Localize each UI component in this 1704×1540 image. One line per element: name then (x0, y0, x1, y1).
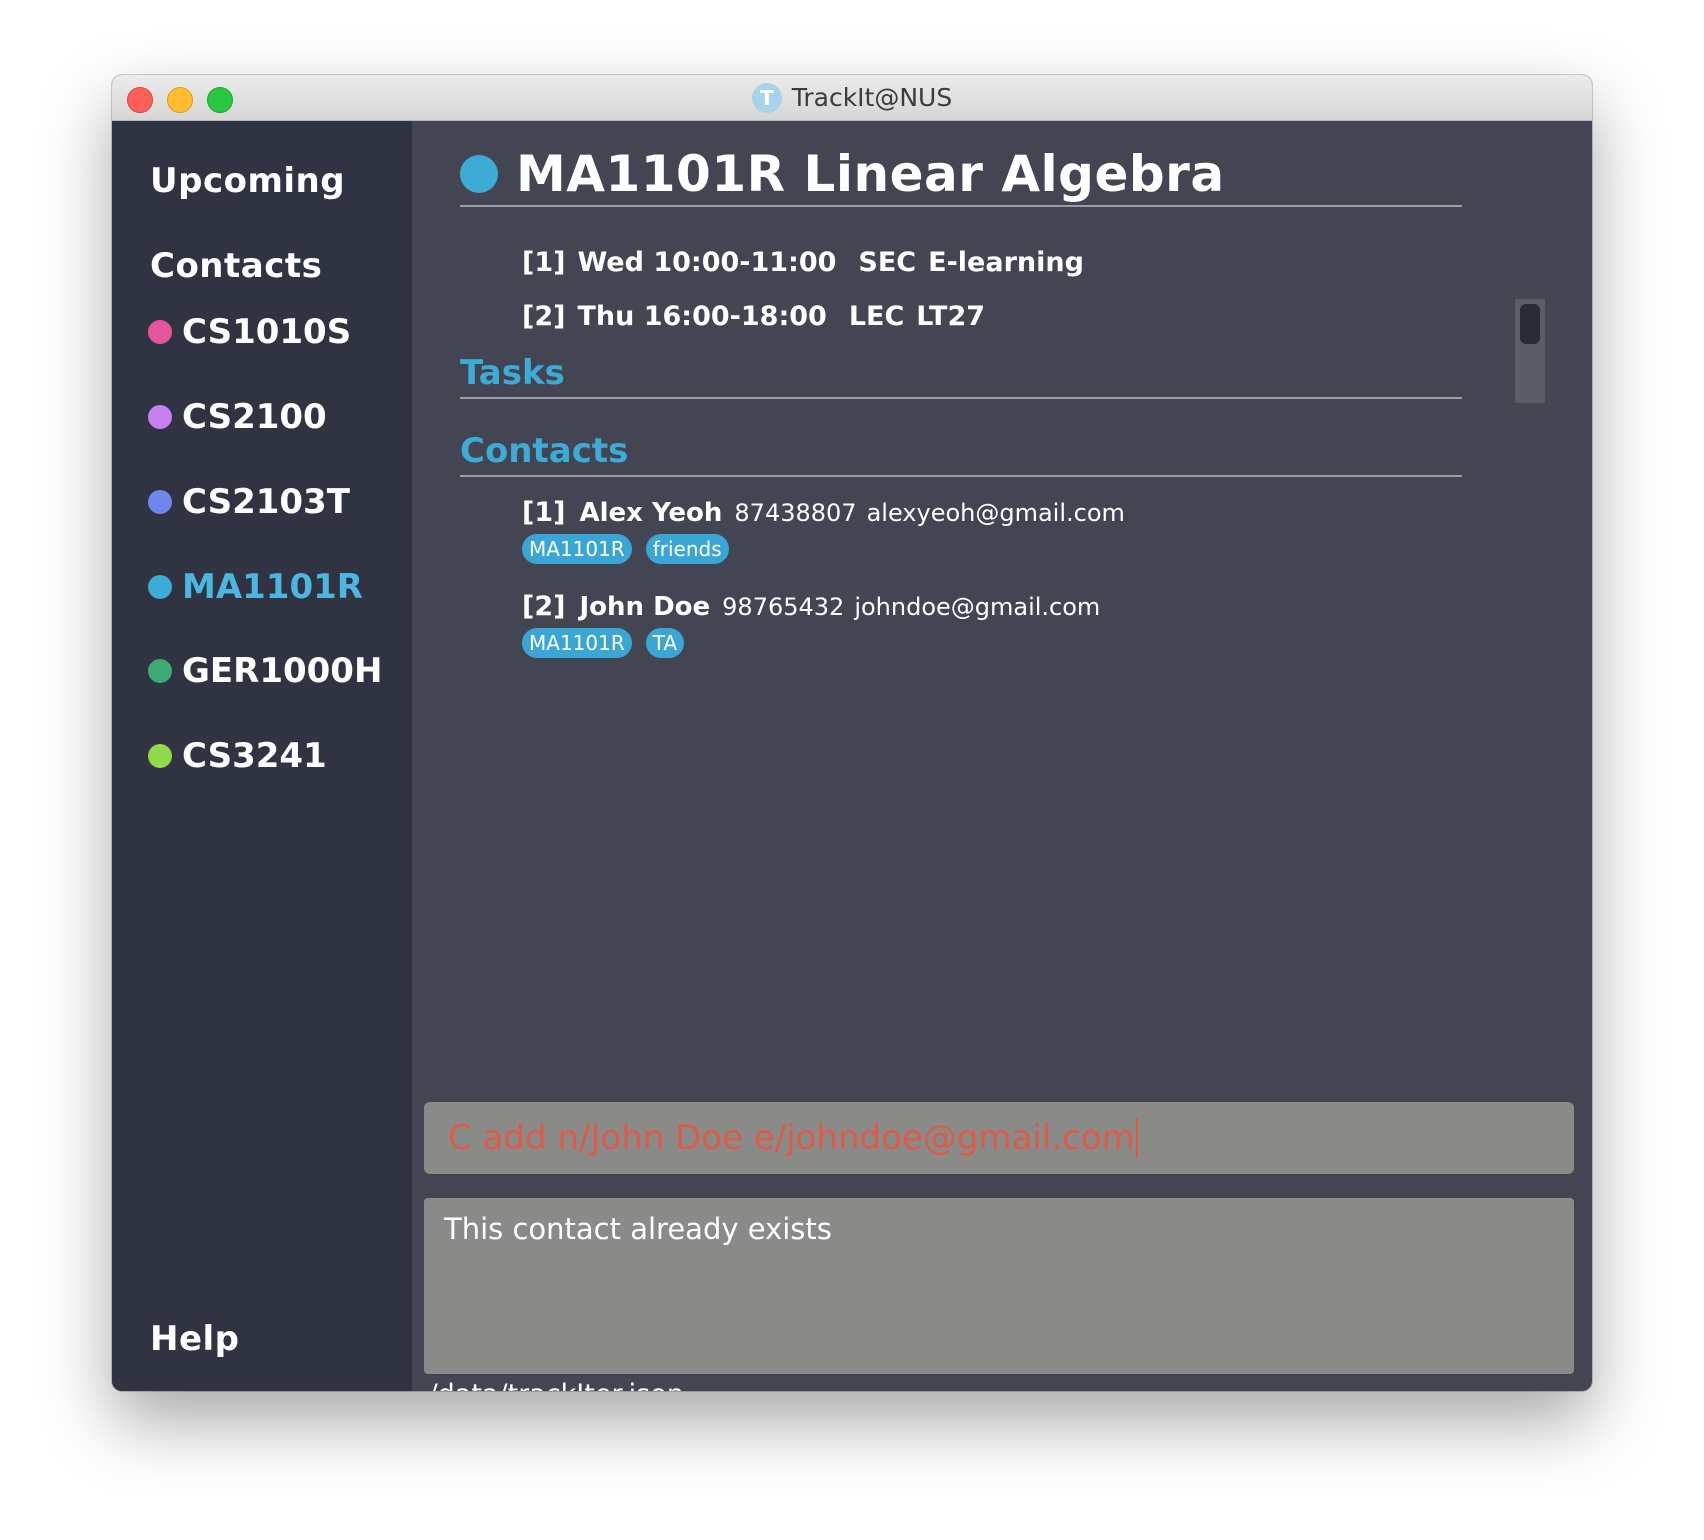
contact-tags: MA1101R TA (522, 628, 1100, 658)
module-color-dot-icon (148, 490, 172, 514)
module-color-dot-icon (148, 405, 172, 429)
tag-badge: TA (645, 628, 685, 658)
contact-item[interactable]: [2] John Doe 98765432 johndoe@gmail.com MA1… (522, 591, 1100, 658)
sidebar-module-cs2100[interactable]: CS2100 (148, 397, 327, 437)
command-input[interactable]: C add n/John Doe e/johndoe@gmail.com (424, 1102, 1574, 1174)
module-label: CS2103T (182, 482, 350, 522)
module-color-dot-icon (148, 575, 172, 599)
tasks-section-title: Tasks (460, 353, 1462, 399)
module-label: CS3241 (182, 736, 327, 776)
app-logo-icon: T (751, 82, 782, 113)
module-label: CS2100 (182, 397, 327, 437)
sidebar-module-cs1010s[interactable]: CS1010S (148, 312, 351, 352)
status-bar-file-path: ./data/trackIter.json (420, 1379, 684, 1391)
module-color-dot-icon (148, 659, 172, 683)
tag-badge: friends (645, 534, 729, 564)
module-color-dot-icon (460, 155, 498, 193)
sidebar-module-ma1101r[interactable]: MA1101R (148, 567, 363, 607)
title-bar: T TrackIt@NUS (112, 75, 1592, 121)
lesson-venue: LT27 (916, 301, 986, 332)
scrollbar-thumb[interactable] (1520, 304, 1540, 344)
sidebar-item-help[interactable]: Help (150, 1319, 240, 1359)
result-message: This contact already exists (444, 1212, 832, 1246)
sidebar-item-upcoming[interactable]: Upcoming (150, 161, 345, 201)
contact-item[interactable]: [1] Alex Yeoh 87438807 alexyeoh@gmail.com M… (522, 497, 1125, 564)
sidebar-item-contacts[interactable]: Contacts (150, 246, 322, 286)
module-label: GER1000H (182, 651, 383, 691)
main-panel: MA1101R Linear Algebra [1] Wed 10:00-11:0… (412, 121, 1592, 1391)
contact-details: [2] John Doe 98765432 johndoe@gmail.com (522, 591, 1100, 622)
title-wrap: T TrackIt@NUS (112, 75, 1592, 120)
app-window: T TrackIt@NUS Upcoming Contacts CS1010S … (112, 75, 1592, 1391)
sidebar-module-ger1000h[interactable]: GER1000H (148, 651, 382, 691)
contact-phone: 98765432 (722, 593, 845, 621)
lesson-index: [2] (522, 301, 566, 332)
module-label: MA1101R (182, 567, 363, 607)
command-text: C add n/John Doe e/johndoe@gmail.com (448, 1118, 1135, 1158)
contact-name: John Doe (579, 592, 711, 622)
module-header: MA1101R Linear Algebra (460, 143, 1462, 207)
text-caret (1135, 1118, 1138, 1158)
lesson-type: LEC (848, 301, 905, 332)
contact-index: [2] (522, 591, 566, 622)
lesson-venue: E-learning (928, 247, 1084, 278)
contact-email: alexyeoh@gmail.com (866, 499, 1125, 527)
contact-details: [1] Alex Yeoh 87438807 alexyeoh@gmail.com (522, 497, 1125, 528)
lesson-index: [1] (522, 247, 566, 278)
sidebar-module-cs3241[interactable]: CS3241 (148, 736, 327, 776)
page-title: MA1101R Linear Algebra (516, 145, 1225, 203)
sidebar: Upcoming Contacts CS1010S CS2100 CS2103T… (112, 121, 412, 1391)
module-label: CS1010S (182, 312, 352, 352)
lesson-type: SEC (858, 247, 917, 278)
result-display: This contact already exists (424, 1198, 1574, 1374)
contact-tags: MA1101R friends (522, 534, 1125, 564)
tag-badge: MA1101R (522, 534, 632, 564)
tag-badge: MA1101R (522, 628, 632, 658)
contact-name: Alex Yeoh (579, 498, 723, 528)
contact-index: [1] (522, 497, 566, 528)
lesson-row: [1] Wed 10:00-11:00 SEC E-learning (522, 247, 1084, 278)
module-color-dot-icon (148, 320, 172, 344)
window-title: TrackIt@NUS (791, 83, 953, 112)
sidebar-module-cs2103t[interactable]: CS2103T (148, 482, 350, 522)
contact-phone: 87438807 (734, 499, 857, 527)
module-color-dot-icon (148, 744, 172, 768)
contact-email: johndoe@gmail.com (854, 593, 1101, 621)
lesson-row: [2] Thu 16:00-18:00 LEC LT27 (522, 301, 985, 332)
lesson-time: Thu 16:00-18:00 (577, 301, 827, 332)
contacts-section-title: Contacts (460, 431, 1462, 477)
lesson-time: Wed 10:00-11:00 (577, 247, 837, 278)
